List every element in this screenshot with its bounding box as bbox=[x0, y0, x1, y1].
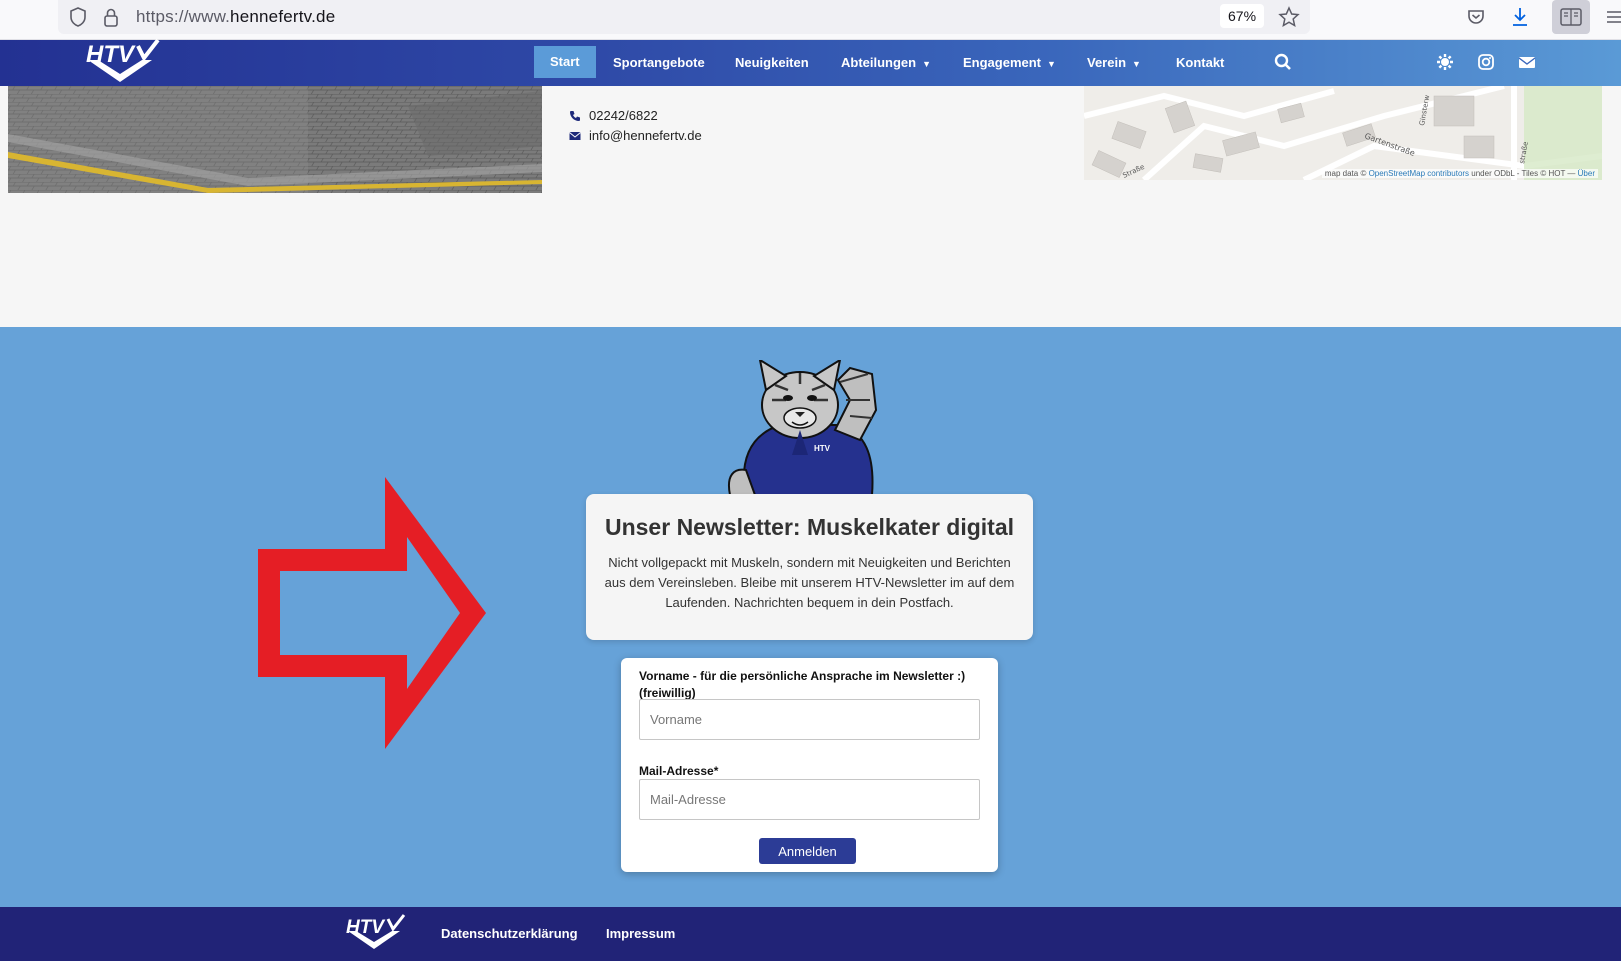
nav-kontakt-label: Kontakt bbox=[1176, 55, 1225, 70]
footer-htv-logo[interactable]: HTV bbox=[342, 913, 406, 953]
nav-abteilungen-label: Abteilungen bbox=[841, 55, 917, 70]
contact-phone[interactable]: 02242/6822 bbox=[569, 108, 658, 123]
firstname-input[interactable] bbox=[639, 699, 980, 740]
lock-icon[interactable] bbox=[100, 6, 122, 28]
footer-link-imprint[interactable]: Impressum bbox=[606, 926, 675, 941]
nav-kontakt[interactable]: Kontakt bbox=[1176, 40, 1224, 86]
map-widget[interactable]: Gartenstraße Ginsterw straße Straße map … bbox=[1084, 86, 1602, 180]
map-attribution: map data © OpenStreetMap contributors un… bbox=[1321, 169, 1598, 178]
footer-link-privacy[interactable]: Datenschutzerklärung bbox=[441, 926, 578, 941]
mail-icon[interactable] bbox=[1518, 53, 1538, 73]
subscribe-button[interactable]: Anmelden bbox=[759, 838, 856, 864]
email-input[interactable] bbox=[639, 779, 980, 820]
mascot-illustration: HTV bbox=[728, 360, 878, 495]
newsletter-description: Nicht vollgepackt mit Muskeln, sondern m… bbox=[604, 555, 1015, 610]
htv-logo[interactable]: HTV bbox=[80, 38, 160, 88]
reader-view-icon[interactable] bbox=[1560, 6, 1582, 28]
url-prefix: https://www. bbox=[136, 7, 231, 26]
nav-start[interactable]: Start bbox=[534, 46, 596, 78]
site-navigation: HTV Start Sportangebote Neuigkeiten Abte… bbox=[0, 38, 1621, 88]
browser-toolbar: https://www.hennefertv.de 67% bbox=[0, 0, 1621, 40]
phone-icon bbox=[570, 110, 580, 121]
contact-email-text: info@hennefertv.de bbox=[589, 128, 702, 143]
map-attr-prefix: map data © bbox=[1324, 169, 1369, 178]
site-footer: HTV Datenschutzerklärung Impressum bbox=[0, 907, 1621, 961]
firstname-label-line1: Vorname - für die persönliche Ansprache … bbox=[639, 669, 966, 683]
red-arrow-graphic bbox=[258, 477, 486, 749]
newsletter-info-card: Unser Newsletter: Muskelkater digital Ni… bbox=[586, 494, 1033, 640]
chevron-down-icon: ▼ bbox=[922, 59, 932, 69]
chevron-down-icon: ▼ bbox=[1132, 59, 1141, 69]
settings-icon[interactable] bbox=[1436, 53, 1456, 73]
mascot-shirt-logo: HTV bbox=[814, 444, 831, 453]
nav-start-label: Start bbox=[550, 54, 580, 69]
pocket-icon[interactable] bbox=[1465, 6, 1487, 28]
nav-verein-label: Verein bbox=[1087, 55, 1127, 70]
search-icon[interactable] bbox=[1274, 53, 1294, 73]
menu-icon[interactable] bbox=[1603, 6, 1621, 28]
newsletter-title: Unser Newsletter: Muskelkater digital bbox=[604, 514, 1015, 540]
shield-icon[interactable] bbox=[67, 6, 89, 28]
url-text[interactable]: https://www.hennefertv.de bbox=[136, 7, 335, 27]
map-tiles: Gartenstraße Ginsterw straße Straße bbox=[1084, 86, 1602, 180]
osm-link[interactable]: OpenStreetMap contributors bbox=[1369, 169, 1470, 178]
zoom-level[interactable]: 67% bbox=[1220, 4, 1265, 28]
nav-verein[interactable]: Verein ▼ bbox=[1087, 40, 1141, 86]
nav-neuigkeiten[interactable]: Neuigkeiten bbox=[735, 40, 809, 86]
contact-email[interactable]: info@hennefertv.de bbox=[569, 128, 702, 143]
nav-sportangebote[interactable]: Sportangebote bbox=[613, 40, 705, 86]
logo-text: HTV bbox=[86, 41, 136, 68]
footer-logo-text: HTV bbox=[346, 917, 385, 938]
instagram-icon[interactable] bbox=[1477, 53, 1497, 73]
contact-phone-text: 02242/6822 bbox=[589, 108, 658, 123]
nav-neuigkeiten-label: Neuigkeiten bbox=[735, 55, 809, 70]
pavement-photo bbox=[8, 86, 542, 193]
map-attr-mid: under ODbL - Tiles © HOT — bbox=[1469, 169, 1578, 178]
download-icon[interactable] bbox=[1509, 6, 1531, 28]
nav-sportangebote-label: Sportangebote bbox=[613, 55, 705, 70]
newsletter-section: HTV Unser Newsletter: Muskelkater digita… bbox=[0, 327, 1621, 907]
bookmark-star-icon[interactable] bbox=[1278, 6, 1300, 28]
firstname-label: Vorname - für die persönliche Ansprache … bbox=[639, 668, 965, 702]
url-domain: hennefertv.de bbox=[230, 7, 336, 26]
about-link[interactable]: Über bbox=[1578, 169, 1595, 178]
newsletter-form: Vorname - für die persönliche Ansprache … bbox=[621, 658, 998, 872]
chevron-down-icon: ▼ bbox=[1047, 59, 1056, 69]
nav-engagement-label: Engagement bbox=[963, 55, 1042, 70]
nav-abteilungen[interactable]: Abteilungen ▼ bbox=[841, 40, 931, 86]
nav-engagement[interactable]: Engagement ▼ bbox=[963, 40, 1056, 86]
email-label: Mail-Adresse* bbox=[639, 764, 719, 778]
envelope-icon bbox=[569, 131, 581, 140]
